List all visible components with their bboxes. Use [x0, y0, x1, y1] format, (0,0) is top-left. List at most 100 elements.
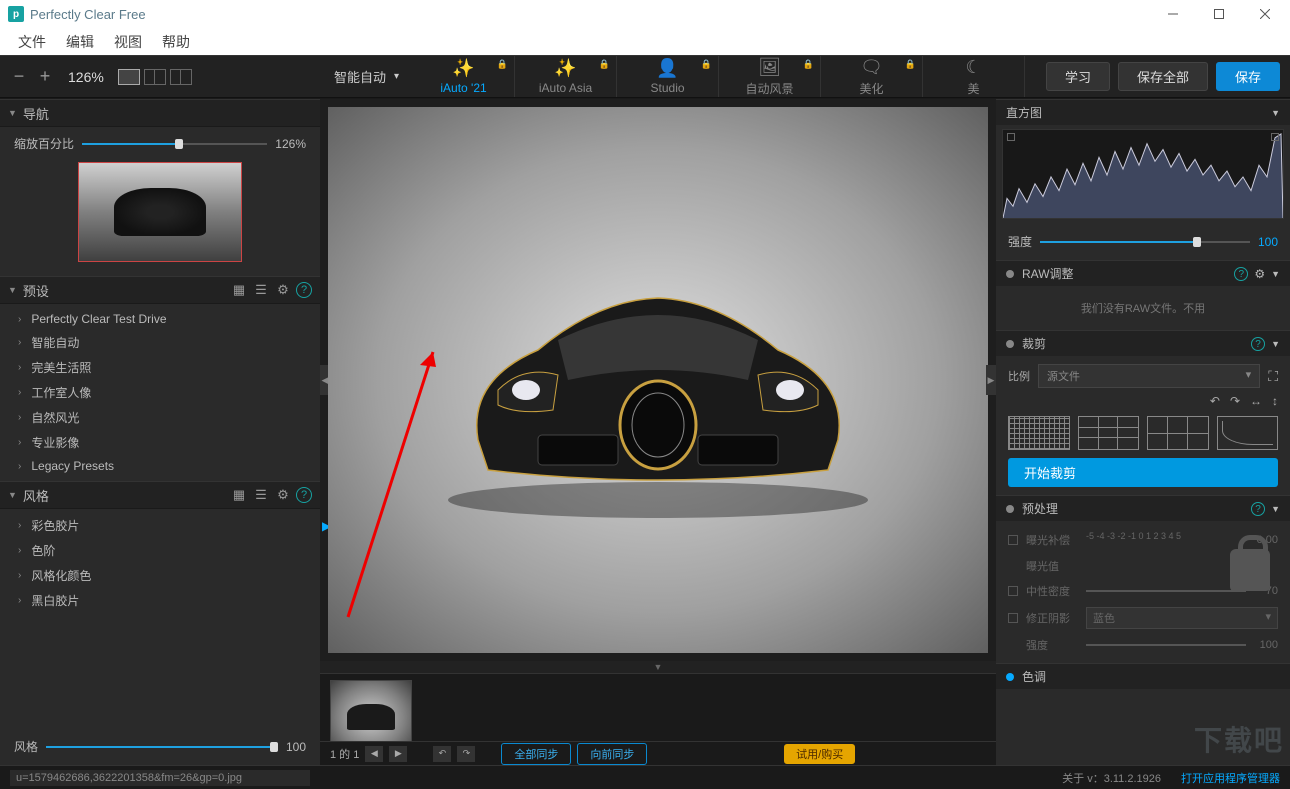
styles-header[interactable]: ▼ 风格 ▦ ☰ ⚙ ? [0, 481, 320, 509]
close-button[interactable] [1242, 0, 1288, 28]
crop-grid-thirds[interactable] [1078, 416, 1140, 450]
redo-button[interactable]: ↷ [457, 746, 475, 762]
gear-icon[interactable]: ⚙ [274, 486, 292, 504]
preprocess-header[interactable]: 预处理 ? ▼ [996, 495, 1290, 521]
preset-item[interactable]: ›工作室人像 [0, 380, 320, 405]
raw-header[interactable]: RAW调整 ? ⚙ ▼ [996, 260, 1290, 286]
crop-ratio-select[interactable]: 源文件▾ [1038, 364, 1260, 388]
intensity-slider[interactable] [1040, 235, 1250, 249]
trial-buy-button[interactable]: 试用/购买 [784, 744, 855, 764]
grid-view-icon[interactable]: ▦ [230, 281, 248, 299]
help-icon[interactable]: ? [1234, 267, 1248, 281]
fix-shade-checkbox[interactable] [1008, 613, 1018, 623]
preset-beauty[interactable]: ☾ 美 [923, 56, 1025, 97]
preset-iauto21[interactable]: 🔒 ✨ iAuto '21 [413, 56, 515, 97]
crop-header[interactable]: 裁剪 ? ▼ [996, 330, 1290, 356]
next-button[interactable]: ▶ [389, 746, 407, 762]
rotate-cw-icon[interactable]: ↷ [1230, 394, 1240, 408]
grid-view-icon[interactable]: ▦ [230, 486, 248, 504]
collapse-icon: ▼ [8, 285, 17, 295]
gear-icon[interactable]: ⚙ [1254, 267, 1265, 281]
exp-comp-checkbox[interactable] [1008, 535, 1018, 545]
neutral-density-checkbox[interactable] [1008, 586, 1018, 596]
nav-zoom-slider[interactable] [82, 137, 267, 151]
histogram-header[interactable]: 直方图 ▼ [996, 99, 1290, 125]
nav-header[interactable]: ▼ 导航 [0, 99, 320, 127]
fix-shade-select[interactable]: 蓝色▾ [1086, 607, 1278, 629]
flip-v-icon[interactable]: ↕ [1272, 394, 1278, 408]
minimize-button[interactable] [1150, 0, 1196, 28]
menu-view[interactable]: 视图 [104, 32, 152, 52]
crop-reset-icon[interactable]: ⛶ [1268, 368, 1278, 385]
nav-zoom-val: 126% [275, 137, 306, 151]
save-all-button[interactable]: 保存全部 [1118, 62, 1208, 91]
help-icon[interactable]: ? [1251, 337, 1265, 351]
style-strength-slider[interactable] [46, 740, 278, 754]
style-item[interactable]: ›风格化颜色 [0, 563, 320, 588]
gear-icon[interactable]: ⚙ [274, 281, 292, 299]
preset-item[interactable]: ›专业影像 [0, 430, 320, 455]
preset-studio[interactable]: 🔒 👤 Studio [617, 56, 719, 97]
menu-help[interactable]: 帮助 [152, 32, 200, 52]
collapse-icon: ▼ [1271, 504, 1280, 514]
preset-landscape[interactable]: 🔒 🖼 自动风景 [719, 56, 821, 97]
top-toolbar: − + 126% 智能自动 ▾ 🔒 ✨ iAuto '21 🔒 ✨ iAuto … [0, 56, 1290, 98]
open-program-manager-link[interactable]: 打开应用程序管理器 [1181, 770, 1280, 786]
wand-icon: ✨ [452, 58, 474, 79]
neutral-slider[interactable] [1086, 584, 1246, 598]
collapse-icon: ▼ [1271, 339, 1280, 349]
portrait-icon: 👤 [656, 58, 678, 79]
preset-iauto-asia[interactable]: 🔒 ✨ iAuto Asia [515, 56, 617, 97]
collapse-right-button[interactable]: ▶ [986, 365, 996, 395]
sync-all-button[interactable]: 全部同步 [501, 743, 571, 765]
zoom-out-button[interactable]: − [10, 66, 28, 87]
prev-button[interactable]: ◀ [365, 746, 383, 762]
rotate-ccw-icon[interactable]: ↶ [1210, 394, 1220, 408]
crop-grid-golden[interactable] [1217, 416, 1279, 450]
style-item[interactable]: ›彩色胶片 [0, 513, 320, 538]
crop-grid-half[interactable] [1147, 416, 1209, 450]
menu-file[interactable]: 文件 [8, 32, 56, 52]
window-title: Perfectly Clear Free [30, 7, 146, 22]
preset-item[interactable]: ›智能自动 [0, 330, 320, 355]
pre-strength-slider[interactable] [1086, 638, 1246, 652]
zoom-level[interactable]: 126% [68, 69, 104, 85]
preset-item[interactable]: ›Legacy Presets [0, 455, 320, 477]
watermark: 下载吧 [1194, 719, 1284, 759]
help-icon[interactable]: ? [1251, 502, 1265, 516]
smart-auto-dropdown[interactable]: 智能自动 ▾ [320, 56, 413, 97]
menu-edit[interactable]: 编辑 [56, 32, 104, 52]
list-view-icon[interactable]: ☰ [252, 281, 270, 299]
flip-h-icon[interactable]: ↔ [1250, 394, 1262, 408]
navigator-thumbnail[interactable] [78, 162, 242, 262]
undo-button[interactable]: ↶ [433, 746, 451, 762]
zoom-in-button[interactable]: + [36, 66, 54, 87]
list-view-icon[interactable]: ☰ [252, 486, 270, 504]
preset-item[interactable]: ›完美生活照 [0, 355, 320, 380]
nav-zoom-label: 缩放百分比 [14, 135, 74, 152]
preset-item[interactable]: ›自然风光 [0, 405, 320, 430]
view-split-h[interactable] [170, 69, 192, 85]
help-icon[interactable]: ? [296, 282, 312, 298]
learn-button[interactable]: 学习 [1046, 62, 1110, 91]
help-icon[interactable]: ? [296, 487, 312, 503]
tone-header[interactable]: 色调 [996, 663, 1290, 689]
presets-header[interactable]: ▼ 预设 ▦ ☰ ⚙ ? [0, 276, 320, 304]
sync-forward-button[interactable]: 向前同步 [577, 743, 647, 765]
raw-message: 我们没有RAW文件。不用 [996, 286, 1290, 330]
style-item[interactable]: ›黑白胶片 [0, 588, 320, 613]
preset-item[interactable]: ›Perfectly Clear Test Drive [0, 308, 320, 330]
maximize-button[interactable] [1196, 0, 1242, 28]
save-button[interactable]: 保存 [1216, 62, 1280, 91]
lock-icon: 🔒 [905, 59, 916, 70]
canvas-hscroll[interactable]: ▼ [320, 661, 996, 673]
collapse-icon: ▼ [1271, 108, 1280, 118]
view-split-v[interactable] [144, 69, 166, 85]
image-canvas[interactable] [328, 107, 988, 653]
preset-beautify[interactable]: 🔒 🗨 美化 [821, 56, 923, 97]
style-item[interactable]: ›色阶 [0, 538, 320, 563]
start-crop-button[interactable]: 开始裁剪 [1008, 458, 1278, 487]
crop-grid-dense[interactable] [1008, 416, 1070, 450]
view-single[interactable] [118, 69, 140, 85]
lock-icon: 🔒 [701, 59, 712, 70]
